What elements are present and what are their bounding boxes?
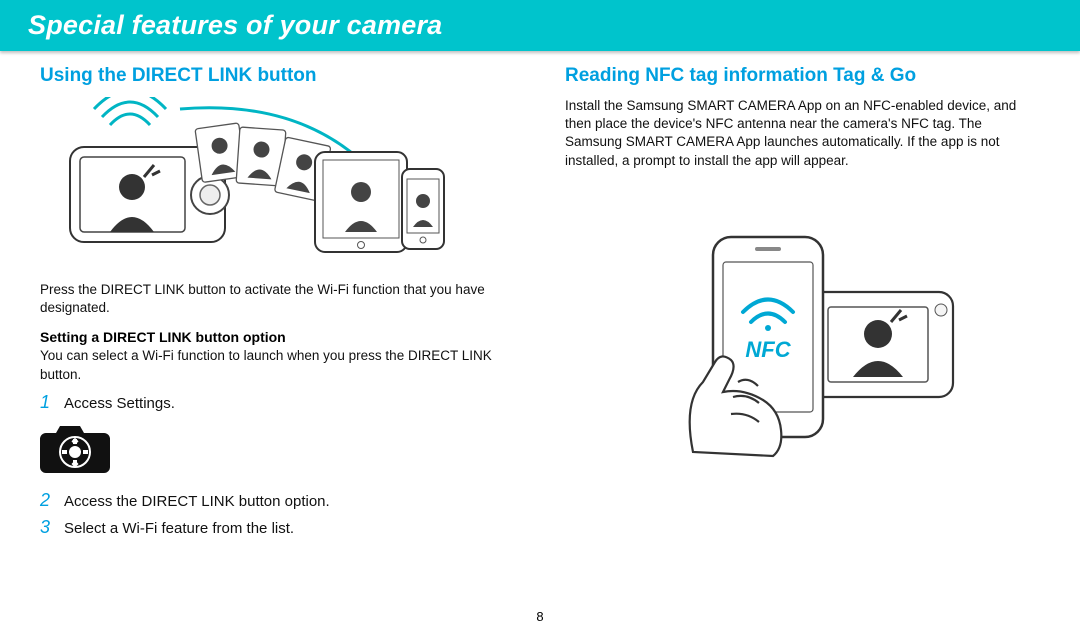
nfc-illustration: NFC (565, 182, 1040, 467)
page-header: Special features of your camera (0, 0, 1080, 51)
camera-settings-icon (40, 419, 515, 480)
sub-heading-setting-option: Setting a DIRECT LINK button option (40, 329, 515, 345)
step-1: 1 Access Settings. (40, 392, 515, 413)
right-column: Reading NFC tag information Tag & Go Ins… (565, 65, 1040, 544)
step-text: Select a Wi-Fi feature from the list. (64, 520, 294, 537)
nfc-body-text: Install the Samsung SMART CAMERA App on … (565, 97, 1040, 170)
left-column: Using the DIRECT LINK button (40, 65, 515, 544)
step-number: 2 (40, 490, 54, 511)
direct-link-illustration (40, 97, 515, 267)
step-3: 3 Select a Wi-Fi feature from the list. (40, 517, 515, 538)
section-title-direct-link: Using the DIRECT LINK button (40, 65, 515, 87)
nfc-label: NFC (745, 337, 791, 362)
step-2: 2 Access the DIRECT LINK button option. (40, 490, 515, 511)
sub-heading-description: You can select a Wi-Fi function to launc… (40, 347, 515, 383)
section-title-nfc: Reading NFC tag information Tag & Go (565, 65, 1040, 87)
header-title: Special features of your camera (28, 10, 442, 40)
page-number: 8 (536, 609, 543, 624)
step-number: 1 (40, 392, 54, 413)
step-text: Access Settings. (64, 395, 175, 412)
page-content: Using the DIRECT LINK button (0, 65, 1080, 544)
step-text: Access the DIRECT LINK button option. (64, 493, 330, 510)
direct-link-intro: Press the DIRECT LINK button to activate… (40, 281, 515, 317)
step-number: 3 (40, 517, 54, 538)
